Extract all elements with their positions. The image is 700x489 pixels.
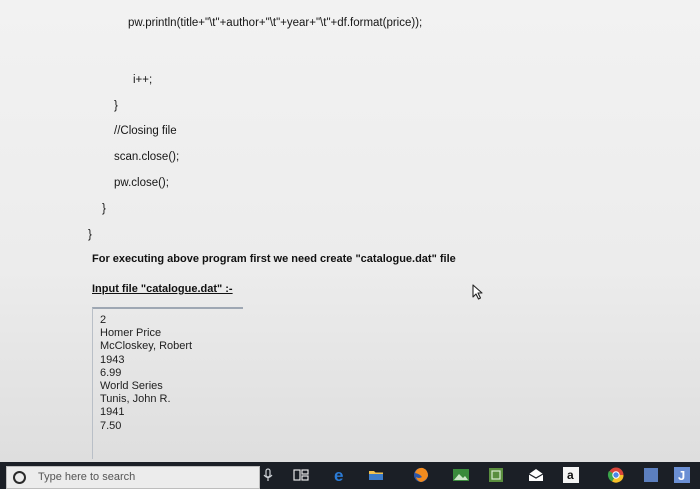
- file-line: 1943: [100, 353, 125, 366]
- mouse-pointer-icon: [472, 284, 483, 300]
- file-explorer-icon[interactable]: [366, 465, 386, 485]
- code-line-increment: i++;: [133, 74, 153, 86]
- input-file-heading: Input file "catalogue.dat" :-: [92, 283, 233, 295]
- file-line: 7.50: [100, 419, 122, 432]
- svg-text:e: e: [334, 466, 343, 485]
- svg-text:J: J: [678, 468, 685, 483]
- firefox-icon[interactable]: [411, 465, 431, 485]
- taskbar-search-box[interactable]: Type here to search: [6, 466, 260, 489]
- file-contents-box: 2 Homer Price McCloskey, Robert 1943 6.9…: [92, 307, 243, 459]
- search-placeholder: Type here to search: [38, 471, 136, 483]
- document-page: pw.println(title+"\t"+author+"\t"+year+"…: [0, 0, 700, 462]
- code-line-closing-brace-method: }: [102, 203, 106, 215]
- code-line-comment: //Closing file: [114, 125, 177, 137]
- code-line-pw-close: pw.close();: [114, 177, 169, 189]
- instruction-text: For executing above program first we nee…: [92, 253, 456, 265]
- file-line: Tunis, John R.: [100, 393, 171, 406]
- file-line: 2: [100, 314, 107, 326]
- file-line: Homer Price: [100, 327, 162, 340]
- app-j-icon[interactable]: J: [672, 465, 692, 485]
- file-line: 6.99: [100, 366, 122, 379]
- code-line-println: pw.println(title+"\t"+author+"\t"+year+"…: [128, 17, 423, 29]
- office-icon[interactable]: [486, 465, 506, 485]
- svg-text:a: a: [567, 468, 574, 482]
- code-line-closing-brace-class: }: [88, 229, 92, 241]
- mail-icon[interactable]: [526, 465, 546, 485]
- code-line-scan-close: scan.close();: [114, 151, 180, 163]
- amazon-icon[interactable]: a: [561, 465, 581, 485]
- cortana-icon[interactable]: [13, 471, 26, 484]
- file-line: World Series: [100, 380, 163, 393]
- code-line-closing-brace-loop: }: [114, 100, 118, 112]
- file-line: McCloskey, Robert: [100, 340, 193, 353]
- file-line: 1941: [100, 406, 125, 419]
- chrome-icon[interactable]: [606, 465, 626, 485]
- windows-taskbar: Type here to search e a J: [0, 462, 700, 489]
- mic-icon[interactable]: [258, 465, 278, 485]
- app-icon[interactable]: [641, 465, 661, 485]
- task-view-icon[interactable]: [291, 465, 311, 485]
- photos-icon[interactable]: [451, 465, 471, 485]
- edge-icon[interactable]: e: [331, 465, 351, 485]
